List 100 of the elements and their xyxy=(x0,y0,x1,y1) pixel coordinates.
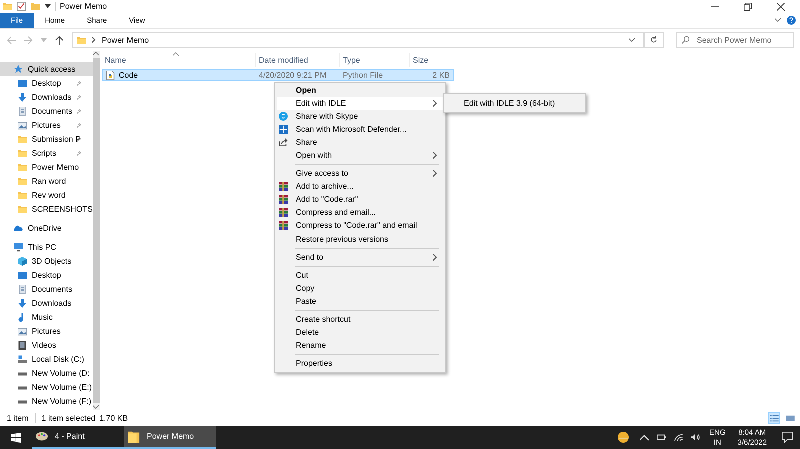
menu-item[interactable]: Compress to "Code.rar" and email xyxy=(277,219,443,233)
menu-item[interactable]: Restore previous versions xyxy=(277,232,443,246)
menu-item[interactable]: Copy xyxy=(277,282,443,295)
details-view-button[interactable] xyxy=(768,412,780,424)
refresh-button[interactable] xyxy=(644,32,664,48)
sidebar-item[interactable]: This PC xyxy=(0,240,93,254)
palette-icon xyxy=(36,430,48,443)
sidebar-item[interactable]: SCREENSHOTS xyxy=(0,202,93,216)
sidebar-item[interactable]: Power Memo xyxy=(0,160,93,174)
menu-item[interactable]: Create shortcut xyxy=(277,312,443,326)
menu-item[interactable]: Open with xyxy=(277,149,443,162)
skype-icon xyxy=(279,112,288,122)
table-cell: 4/20/2020 9:21 PM xyxy=(259,70,327,80)
chevron-down-icon[interactable] xyxy=(629,38,635,42)
star-icon xyxy=(14,64,23,74)
sidebar-item[interactable]: New Volume (E:) xyxy=(0,380,93,394)
weather-icon[interactable] xyxy=(618,432,629,443)
desktop-icon xyxy=(18,78,27,88)
column-header[interactable]: Size xyxy=(409,53,452,67)
menu-item[interactable]: Scan with Microsoft Defender... xyxy=(277,123,443,136)
archive-icon xyxy=(279,221,288,230)
scroll-up-icon[interactable] xyxy=(93,51,100,56)
sidebar-item[interactable]: Rev word xyxy=(0,188,93,202)
column-header[interactable]: Type xyxy=(339,53,409,67)
table-cell: 2 KB xyxy=(432,70,450,80)
sidebar-item[interactable]: Scripts xyxy=(0,146,93,160)
folder-icon xyxy=(18,148,27,158)
chevron-up-icon[interactable] xyxy=(640,434,649,441)
menu-item[interactable]: Paste xyxy=(277,294,443,308)
chevron-right-icon xyxy=(92,37,96,43)
folder-icon xyxy=(3,2,12,11)
volume-icon[interactable] xyxy=(690,434,700,441)
folder-icon xyxy=(77,36,86,44)
battery-icon[interactable] xyxy=(656,434,666,441)
menu-item[interactable]: Open xyxy=(277,84,443,98)
column-header[interactable]: Date modified xyxy=(255,53,339,67)
sidebar-item[interactable]: Quick access xyxy=(0,62,93,76)
download-icon xyxy=(18,92,27,102)
sidebar-item[interactable]: 3D Objects xyxy=(0,254,93,268)
chevron-down-icon[interactable] xyxy=(775,18,781,23)
archive-icon xyxy=(279,182,288,192)
menu-item[interactable]: Delete xyxy=(277,326,443,339)
menu-item[interactable]: Share xyxy=(277,136,443,150)
sidebar-item[interactable]: New Volume (D: xyxy=(0,366,93,380)
table-cell: Code xyxy=(119,70,138,80)
sidebar-item[interactable]: Local Disk (C:) xyxy=(0,352,93,366)
sidebar-item[interactable]: New Volume (F:) xyxy=(0,394,93,408)
sidebar-item[interactable]: Pictures xyxy=(0,324,93,338)
menu-item[interactable]: Compress and email... xyxy=(277,206,443,220)
column-header[interactable]: Name xyxy=(102,53,255,67)
disk-icon xyxy=(18,354,27,364)
picture-icon xyxy=(18,120,27,130)
breadcrumb[interactable]: Power Memo xyxy=(102,36,150,44)
menu-item[interactable]: Properties xyxy=(277,356,443,370)
document-icon xyxy=(18,106,27,116)
python-file-icon xyxy=(106,70,115,80)
wifi-icon[interactable] xyxy=(674,434,683,441)
menu-item[interactable]: Edit with IDLE xyxy=(277,97,443,110)
dropdown-arrow-icon[interactable] xyxy=(45,4,51,9)
sidebar-item[interactable]: Downloads xyxy=(0,296,93,310)
taskbar-app[interactable]: Power Memo xyxy=(124,426,216,449)
sidebar-item[interactable]: Ran word xyxy=(0,174,93,188)
cube-icon xyxy=(18,256,27,266)
menu-item[interactable]: Edit with IDLE 3.9 (64-bit) xyxy=(446,96,583,110)
notification-icon[interactable] xyxy=(782,432,793,443)
up-arrow-icon[interactable] xyxy=(55,36,64,44)
picture-icon xyxy=(18,326,27,336)
sidebar-item[interactable]: Downloads xyxy=(0,90,93,104)
sidebar-item[interactable]: OneDrive xyxy=(0,221,93,235)
share-icon xyxy=(279,138,288,148)
scroll-down-icon[interactable] xyxy=(93,405,100,410)
menu-item[interactable]: Share with Skype xyxy=(277,110,443,124)
close-icon[interactable] xyxy=(777,2,785,10)
menu-item[interactable]: Cut xyxy=(277,268,443,282)
menu-item[interactable]: Rename xyxy=(277,338,443,352)
menu-item[interactable]: Add to "Code.rar" xyxy=(277,193,443,206)
menu-item[interactable]: Send to xyxy=(277,250,443,264)
windows-logo-icon xyxy=(11,432,21,442)
search-field[interactable]: Search Power Memo xyxy=(676,32,794,48)
menu-item[interactable]: Add to archive... xyxy=(277,180,443,194)
address-bar[interactable]: Power Memo xyxy=(72,32,644,48)
sidebar-item[interactable]: Pictures xyxy=(0,118,93,132)
menu-item[interactable]: Give access to xyxy=(277,167,443,180)
scrollbar[interactable] xyxy=(92,51,100,410)
folder-icon xyxy=(18,176,27,186)
sidebar-item[interactable]: Desktop xyxy=(0,268,93,282)
sidebar-item[interactable]: Music xyxy=(0,310,93,324)
archive-icon xyxy=(279,208,288,218)
restore-icon[interactable] xyxy=(744,2,752,10)
sidebar-item[interactable]: Desktop xyxy=(0,76,93,90)
file-row[interactable]: Code 4/20/2020 9:21 PM Python File 2 KB xyxy=(102,69,454,81)
shield-icon xyxy=(279,125,288,134)
list-icon xyxy=(770,414,778,422)
sort-caret-icon xyxy=(173,52,179,56)
properties-icon[interactable] xyxy=(17,2,26,11)
cloud-icon xyxy=(14,224,23,232)
help-icon[interactable] xyxy=(787,16,796,25)
sidebar-item[interactable]: Videos xyxy=(0,338,93,352)
sidebar-item[interactable]: Documents xyxy=(0,282,93,296)
sidebar-item[interactable]: Documents xyxy=(0,104,93,118)
